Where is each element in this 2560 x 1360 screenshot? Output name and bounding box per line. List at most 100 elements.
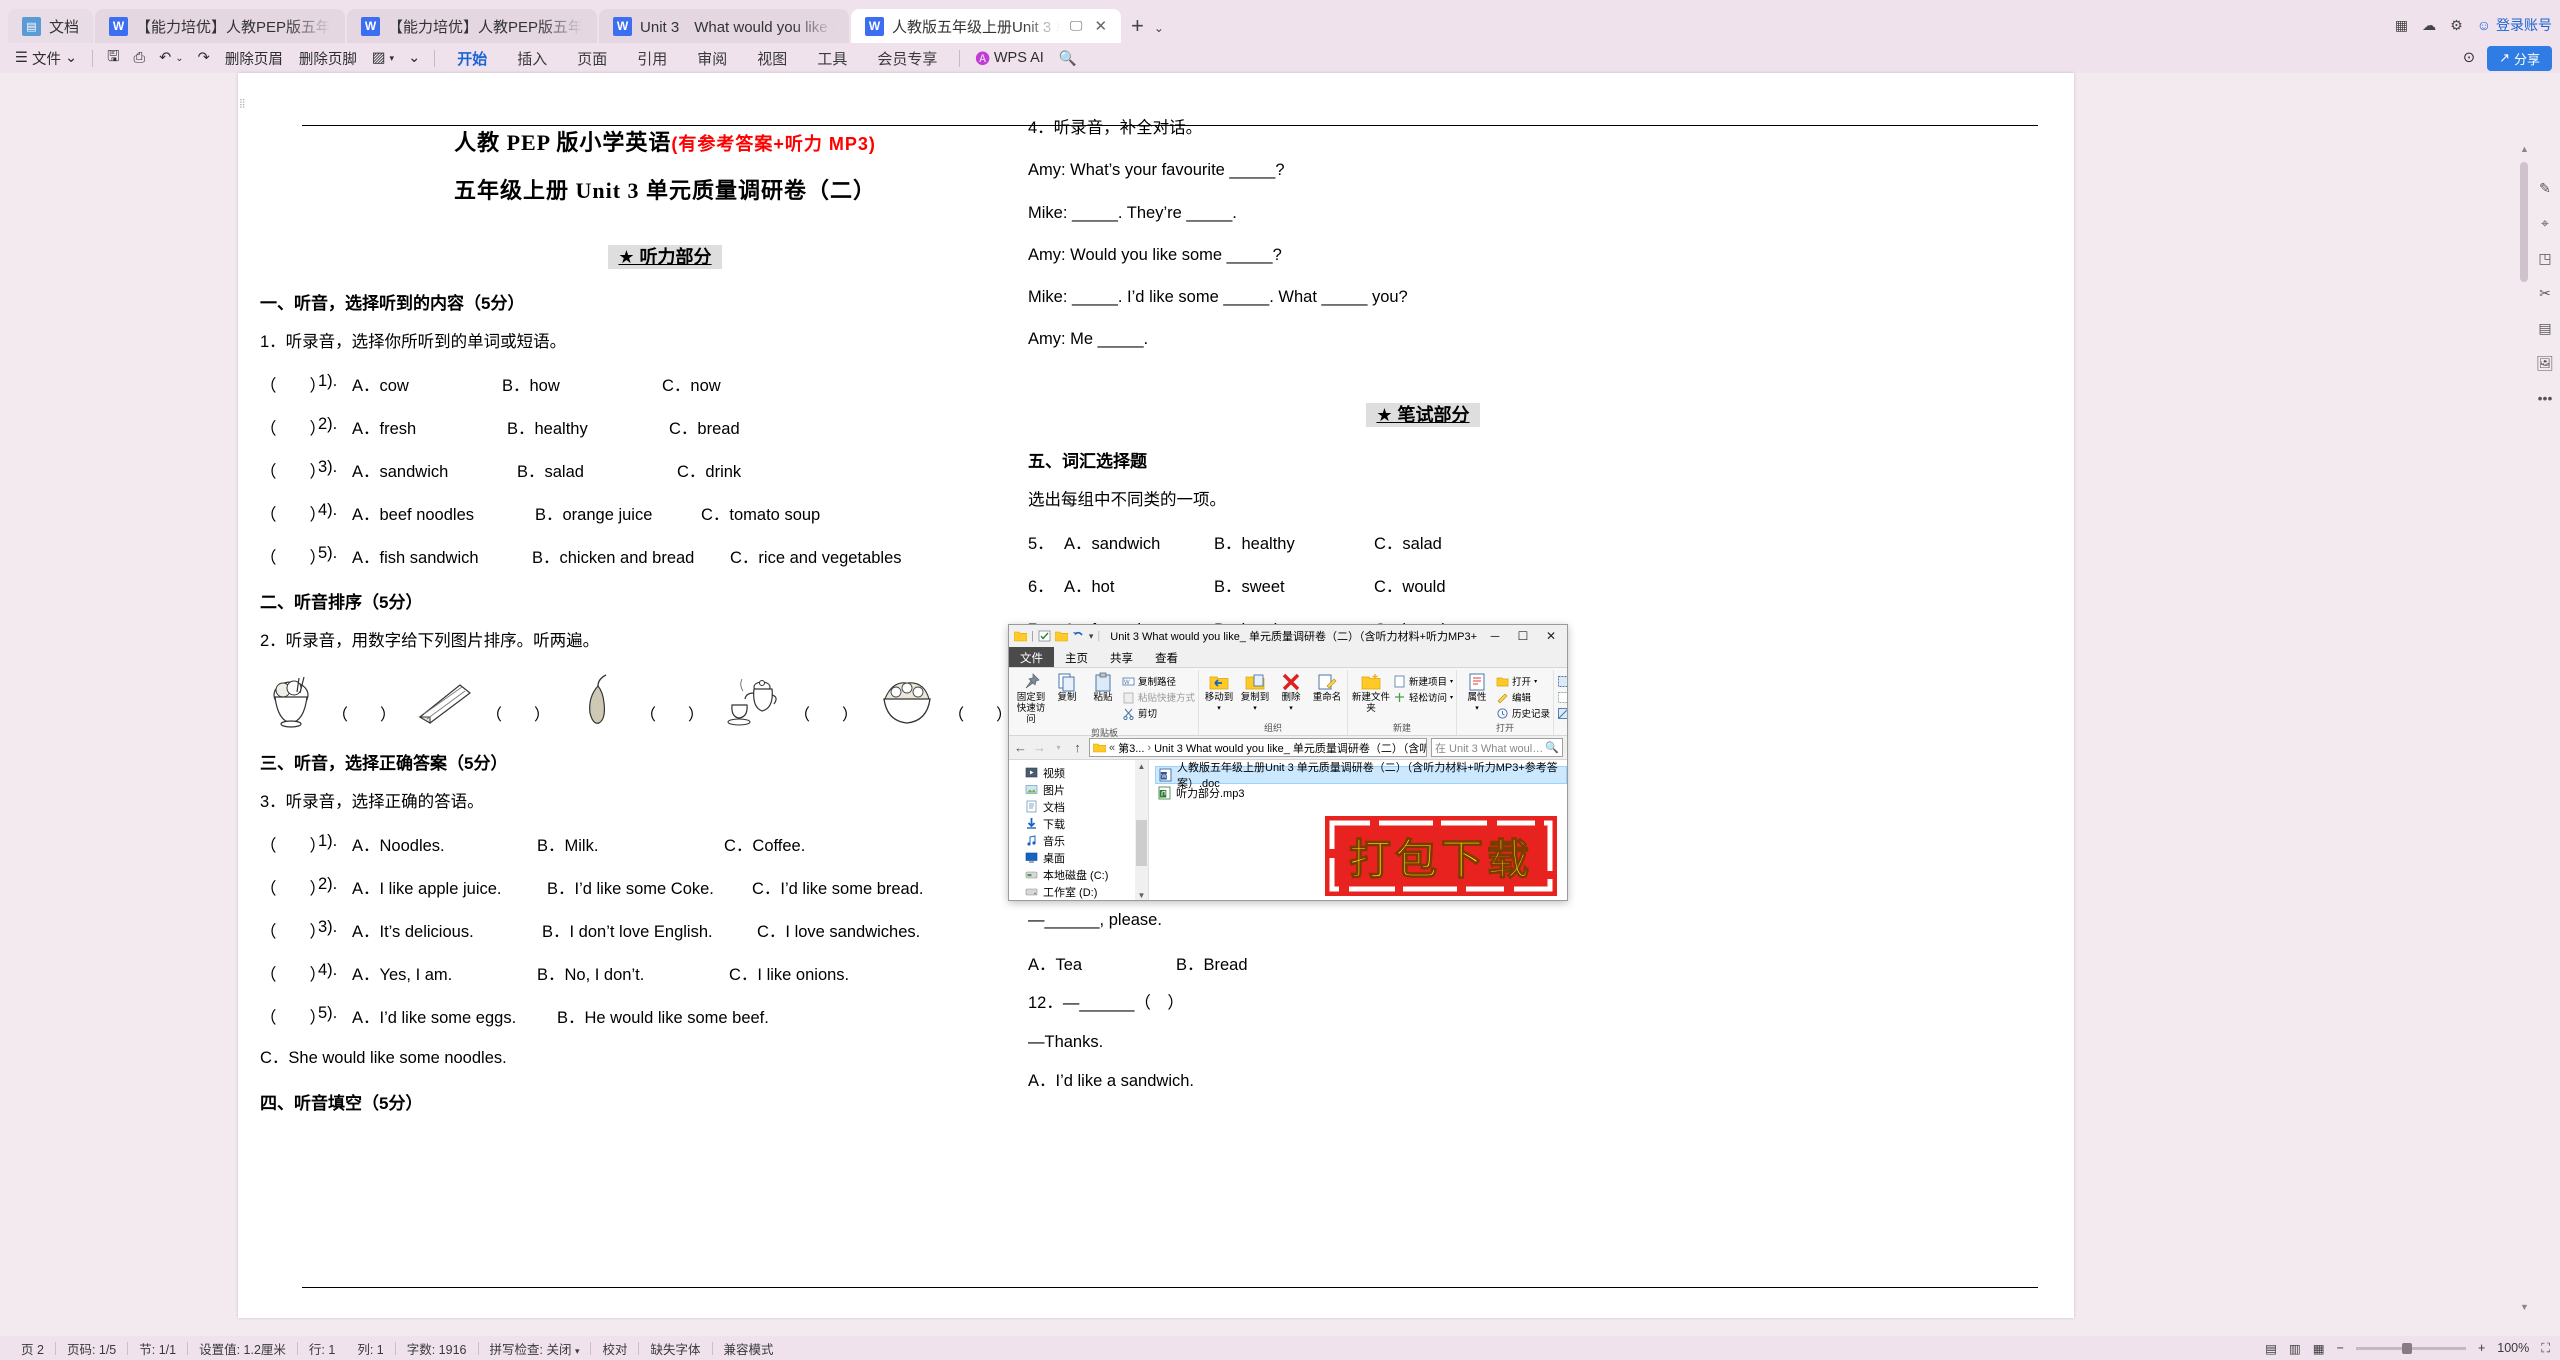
status-column[interactable]: 列: 1 bbox=[346, 1339, 394, 1358]
share-button[interactable]: ↗ 分享 bbox=[2487, 45, 2552, 71]
breadcrumb-1[interactable]: Unit 3 What would you like_ 单元质量调研卷（二）（含… bbox=[1154, 740, 1426, 756]
status-section[interactable]: 节: 1/1 bbox=[128, 1339, 187, 1358]
explorer-file-list[interactable]: W 人教版五年级上册Unit 3 单元质量调研卷（二）（含听力材料+听力MP3+… bbox=[1149, 760, 1567, 900]
tab-page[interactable]: 页面 bbox=[563, 45, 621, 72]
tab-view[interactable]: 视图 bbox=[743, 45, 801, 72]
nav-scrollbar[interactable]: ▲ ▼ bbox=[1135, 760, 1148, 900]
tab-document-1[interactable]: W 【能力培优】人教PEP版五年级上册英 bbox=[95, 9, 346, 43]
redo-button[interactable]: ↷ bbox=[192, 48, 216, 68]
address-input[interactable]: « 第3... › Unit 3 What would you like_ 单元… bbox=[1089, 738, 1427, 757]
up-icon[interactable]: ↑ bbox=[1070, 740, 1085, 755]
easy-access-button[interactable]: 轻松访问 ▾ bbox=[1393, 690, 1453, 704]
zoom-slider[interactable] bbox=[2355, 1342, 2466, 1354]
status-page-count[interactable]: 页码: 1/5 bbox=[56, 1339, 127, 1358]
chevron-down-icon[interactable]: ▾ bbox=[1089, 631, 1094, 642]
scrollbar-thumb[interactable] bbox=[2520, 162, 2528, 282]
paste-shortcut-button[interactable]: 粘贴快捷方式 bbox=[1122, 690, 1195, 704]
tab-tools[interactable]: 工具 bbox=[803, 45, 861, 72]
scroll-down-icon[interactable]: ▼ bbox=[1138, 889, 1146, 900]
nav-item-local-disk-c[interactable]: 本地磁盘 (C:) bbox=[1009, 866, 1148, 883]
tab-document-3[interactable]: W Unit 3 What would you like 达标 bbox=[599, 9, 850, 43]
explorer-tab-share[interactable]: 共享 bbox=[1099, 647, 1144, 667]
close-icon[interactable]: ✕ bbox=[1537, 626, 1565, 647]
pen-icon[interactable]: ✎ bbox=[2539, 180, 2551, 197]
nav-item-drive-e[interactable]: 老硬盘 (E:) bbox=[1009, 900, 1148, 901]
save-button[interactable]: 🖫 bbox=[101, 44, 125, 73]
view-layout-outline-icon[interactable]: ▦ bbox=[2313, 1341, 2325, 1356]
cloud-icon[interactable]: ☁ bbox=[2422, 17, 2436, 34]
file-row[interactable]: W 人教版五年级上册Unit 3 单元质量调研卷（二）（含听力材料+听力MP3+… bbox=[1155, 762, 1567, 790]
new-folder-icon[interactable] bbox=[1054, 630, 1068, 642]
scroll-up-icon[interactable]: ▲ bbox=[1138, 760, 1146, 773]
move-to-button[interactable]: 移动到 ▾ bbox=[1202, 672, 1236, 713]
nav-item-pictures[interactable]: 图片 bbox=[1009, 781, 1148, 798]
present-icon[interactable]: 🖵 bbox=[1070, 18, 1083, 34]
scrollbar-thumb[interactable] bbox=[1136, 820, 1147, 866]
image-icon[interactable]: 🖼 bbox=[2536, 355, 2554, 372]
explorer-search-input[interactable]: 在 Unit 3 What would you like_ ... 🔍 bbox=[1431, 738, 1563, 757]
file-menu-button[interactable]: ☰ 文件 ⌄ bbox=[8, 46, 84, 71]
undo-icon[interactable] bbox=[1072, 630, 1085, 642]
properties-button[interactable]: 属性 ▾ bbox=[1460, 672, 1494, 713]
view-layout-print-icon[interactable]: ▤ bbox=[2265, 1341, 2277, 1356]
delete-header-button[interactable]: 删除页眉 bbox=[218, 46, 290, 71]
print-button[interactable]: ⎙ bbox=[128, 48, 152, 68]
tab-home[interactable]: 开始 bbox=[443, 45, 501, 76]
zoom-slider-handle[interactable] bbox=[2401, 1342, 2412, 1354]
nav-item-documents[interactable]: 文档 bbox=[1009, 798, 1148, 815]
explorer-nav-pane[interactable]: 视频 图片 文档 下载 音乐 桌面 本地磁盘 (C:) 工作室 (D:) ▲ ▼ bbox=[1009, 760, 1149, 901]
forward-icon[interactable]: → bbox=[1032, 740, 1047, 755]
delete-footer-button[interactable]: 删除页脚 bbox=[292, 46, 364, 71]
maximize-icon[interactable]: ☐ bbox=[1509, 626, 1537, 647]
tab-reference[interactable]: 引用 bbox=[623, 45, 681, 72]
back-icon[interactable]: ← bbox=[1013, 740, 1028, 755]
select-all-button[interactable]: 全部选择 bbox=[1557, 674, 1567, 688]
nav-item-music[interactable]: 音乐 bbox=[1009, 832, 1148, 849]
status-word-count[interactable]: 字数: 1916 bbox=[396, 1339, 478, 1358]
tab-insert[interactable]: 插入 bbox=[503, 45, 561, 72]
tab-member-exclusive[interactable]: 会员专享 bbox=[863, 45, 951, 72]
login-button[interactable]: ☺ 登录账号 bbox=[2477, 15, 2552, 35]
highlight-button[interactable]: ▨ ▾ bbox=[366, 48, 400, 68]
tab-documents[interactable]: ▤ 文档 bbox=[8, 9, 94, 43]
open-button[interactable]: 打开 ▾ bbox=[1496, 674, 1550, 688]
status-spellcheck[interactable]: 拼写检查: 关闭 ▾ bbox=[479, 1339, 591, 1358]
nav-item-desktop[interactable]: 桌面 bbox=[1009, 849, 1148, 866]
document-scrollbar[interactable]: ▲ ▼ bbox=[2518, 144, 2530, 1312]
status-row[interactable]: 行: 1 bbox=[298, 1339, 346, 1358]
zoom-in-icon[interactable]: + bbox=[2478, 1341, 2485, 1355]
paste-button[interactable]: 粘贴 bbox=[1086, 672, 1120, 704]
app-grid-icon[interactable]: ▦ bbox=[2395, 17, 2408, 34]
copy-path-button[interactable]: W 复制路径 bbox=[1122, 674, 1195, 688]
edit-button[interactable]: 编辑 bbox=[1496, 690, 1550, 704]
invert-selection-button[interactable]: 反向选择 bbox=[1557, 706, 1567, 720]
nav-item-downloads[interactable]: 下载 bbox=[1009, 815, 1148, 832]
copy-to-button[interactable]: 复制到 ▾ bbox=[1238, 672, 1272, 713]
fullscreen-icon[interactable]: ⛶ bbox=[2541, 1341, 2550, 1356]
select-none-button[interactable]: 全部取消 bbox=[1557, 690, 1567, 704]
more-icon[interactable]: ••• bbox=[2538, 390, 2553, 406]
chevron-down-icon[interactable]: ⌄ bbox=[1154, 21, 1170, 43]
explorer-titlebar[interactable]: | ▾ | Unit 3 What would you like_ 单元质量调研… bbox=[1009, 625, 1567, 647]
copy-button[interactable]: 复制 bbox=[1050, 672, 1084, 704]
zoom-level-label[interactable]: 100% bbox=[2497, 1341, 2529, 1355]
new-item-button[interactable]: 新建项目 ▾ bbox=[1393, 674, 1453, 688]
nav-item-videos[interactable]: 视频 bbox=[1009, 764, 1148, 781]
search-icon[interactable]: 🔍 bbox=[1053, 48, 1083, 69]
zoom-out-icon[interactable]: − bbox=[2337, 1341, 2344, 1355]
status-proofread[interactable]: 校对 bbox=[591, 1339, 638, 1358]
properties-icon[interactable] bbox=[1038, 630, 1051, 642]
tab-document-2[interactable]: W 【能力培优】人教PEP版五年级上册英 bbox=[347, 9, 598, 43]
tab-document-4-active[interactable]: W 人教版五年级上册Unit 3 单元 🖵 ✕ bbox=[851, 9, 1122, 43]
status-missing-font[interactable]: 缺失字体 bbox=[639, 1339, 711, 1358]
close-icon[interactable]: ✕ bbox=[1094, 17, 1107, 35]
rename-button[interactable]: 重命名 bbox=[1310, 672, 1344, 704]
quick-access-more-button[interactable]: ⌄ bbox=[402, 48, 426, 68]
explorer-tab-home[interactable]: 主页 bbox=[1054, 647, 1099, 667]
status-compat-mode[interactable]: 兼容模式 bbox=[713, 1339, 785, 1358]
status-setting-value[interactable]: 设置值: 1.2厘米 bbox=[188, 1339, 297, 1358]
explorer-tab-file[interactable]: 文件 bbox=[1009, 647, 1054, 667]
settings-icon[interactable]: ⚙ bbox=[2450, 17, 2463, 34]
drag-handle-icon[interactable]: ⣿ bbox=[239, 99, 249, 115]
breadcrumb-0[interactable]: 第3... bbox=[1118, 740, 1144, 756]
